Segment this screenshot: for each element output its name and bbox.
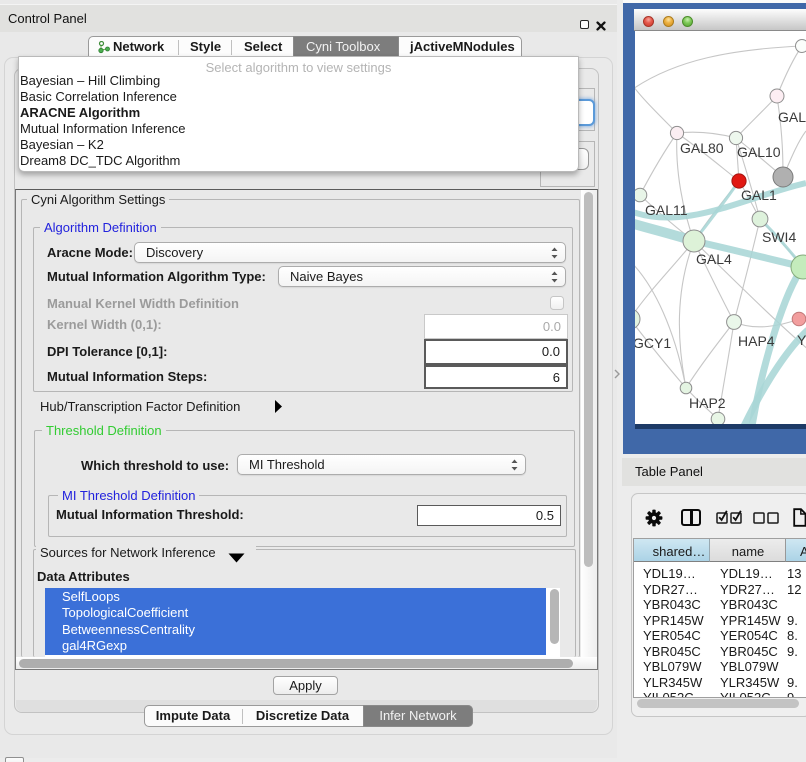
svg-text:HAP2: HAP2 — [689, 395, 726, 411]
svg-text:GAL4: GAL4 — [696, 251, 732, 267]
svg-text:YM: YM — [797, 332, 806, 348]
svg-text:GAL7: GAL7 — [778, 109, 806, 125]
svg-text:GAL1: GAL1 — [741, 187, 777, 203]
svg-text:GCY1: GCY1 — [635, 335, 671, 351]
svg-text:GAL11: GAL11 — [645, 202, 688, 218]
svg-text:GAL10: GAL10 — [737, 144, 781, 160]
svg-text:SWI4: SWI4 — [762, 229, 796, 245]
svg-text:HAP4: HAP4 — [738, 333, 775, 349]
svg-text:GAL80: GAL80 — [680, 140, 724, 156]
